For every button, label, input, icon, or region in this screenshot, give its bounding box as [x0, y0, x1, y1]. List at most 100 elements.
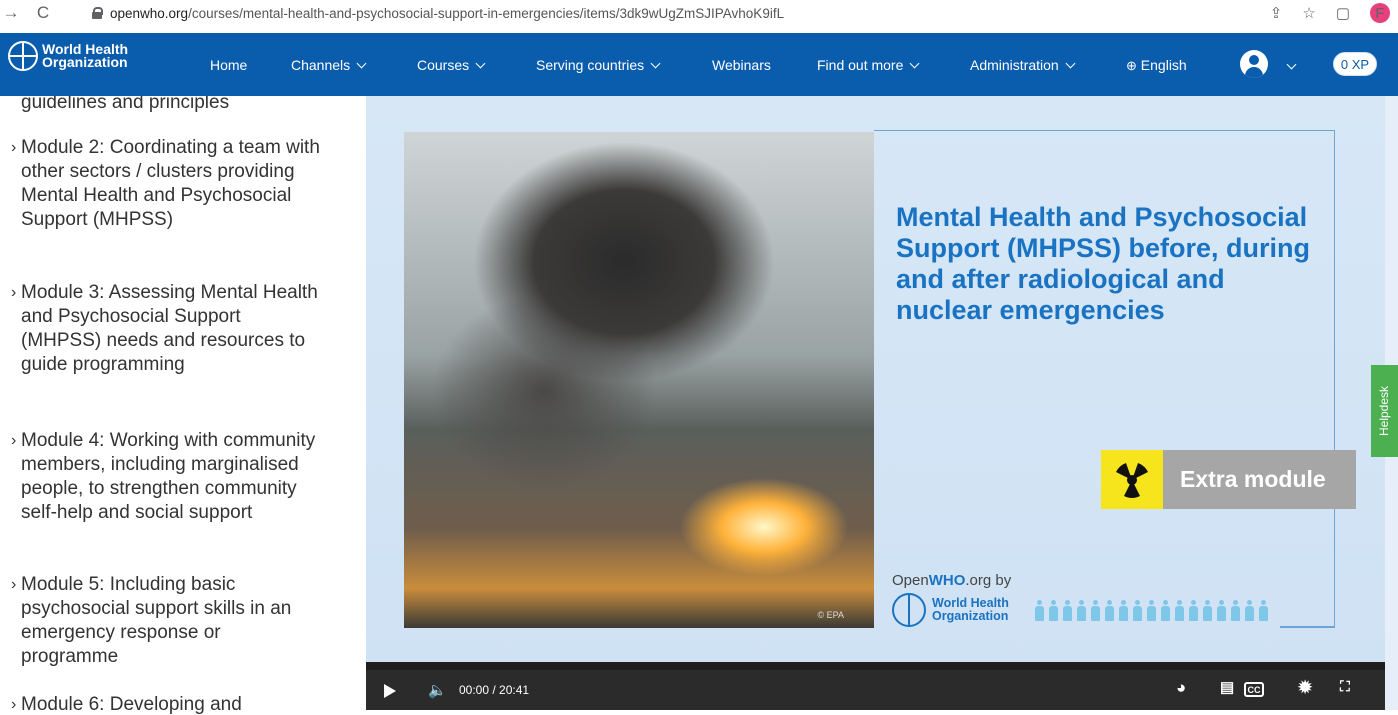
who-slide-logo: World Health Organization	[892, 593, 1027, 627]
nav-home[interactable]: Home	[210, 57, 247, 73]
chevron-down-icon	[650, 58, 661, 69]
person-icon	[1090, 600, 1101, 622]
sidebar-item-module-5[interactable]: › Module 5: Including basic psychosocial…	[11, 573, 321, 669]
share-icon[interactable]: ⇪	[1270, 4, 1283, 22]
person-icon	[1258, 600, 1269, 622]
language-selector[interactable]: ⊕ English	[1126, 57, 1187, 74]
photo-credit: © EPA	[817, 610, 844, 620]
nav-administration-label: Administration	[970, 57, 1059, 73]
person-icon	[1230, 600, 1241, 622]
xp-badge[interactable]: 0 XP	[1333, 52, 1377, 76]
video-player[interactable]: © EPA Mental Health and Psychosocial Sup…	[366, 96, 1398, 710]
person-icon	[1188, 600, 1199, 622]
nav-courses-label: Courses	[417, 57, 470, 73]
nav-home-label: Home	[210, 57, 248, 73]
slide-divider	[1280, 626, 1335, 628]
chevron-down-icon	[475, 58, 486, 69]
site-navigation: World Health Organization Home Channels …	[0, 33, 1398, 96]
video-controls: 🔈 00:00 / 20:41 ◕ ▤ CC ✹ ⛶	[366, 662, 1385, 710]
who-emblem-icon	[8, 41, 38, 71]
module-label: Module 6: Developing and	[21, 694, 242, 715]
helpdesk-tab[interactable]: Helpdesk	[1371, 365, 1398, 457]
address-bar[interactable]: openwho.org/courses/mental-health-and-ps…	[92, 2, 784, 24]
module-label: Module 4: Working with community members…	[21, 430, 316, 523]
nav-serving-countries[interactable]: Serving countries	[536, 57, 661, 73]
course-sidebar: guidelines and principles › Module 2: Co…	[0, 96, 360, 715]
person-icon	[1076, 600, 1087, 622]
person-icon	[1160, 600, 1171, 622]
globe-icon: ⊕	[1126, 58, 1137, 73]
person-icon	[1244, 600, 1255, 622]
openwho-brand: WHO	[928, 572, 966, 589]
user-menu-chevron-icon[interactable]	[1286, 59, 1297, 70]
nav-channels-label: Channels	[291, 57, 351, 73]
nav-find-out-more[interactable]: Find out more	[817, 57, 920, 73]
person-icon	[1216, 600, 1227, 622]
sidepanel-icon[interactable]: ▢	[1336, 4, 1350, 22]
fullscreen-icon[interactable]: ⛶	[1340, 678, 1350, 695]
chevron-right-icon: ›	[11, 432, 17, 449]
play-icon[interactable]	[384, 684, 396, 698]
chevron-right-icon: ›	[11, 284, 17, 301]
chevron-right-icon: ›	[11, 139, 17, 156]
sidebar-item-module-4[interactable]: › Module 4: Working with community membe…	[11, 429, 321, 525]
person-icon	[1202, 600, 1213, 622]
sidebar-item-module-6[interactable]: › Module 6: Developing and	[11, 693, 321, 715]
module-label: Module 3: Assessing Mental Health and Ps…	[21, 282, 318, 375]
person-icon	[1132, 600, 1143, 622]
chevron-down-icon	[1065, 58, 1076, 69]
person-icon	[1048, 600, 1059, 622]
radiation-icon	[1101, 450, 1163, 509]
person-icon	[1062, 600, 1073, 622]
progress-bar[interactable]	[366, 662, 1385, 670]
openwho-suffix: .org by	[965, 572, 1012, 589]
url-host: openwho.org	[110, 5, 189, 21]
person-icon	[1146, 600, 1157, 622]
bookmark-star-icon[interactable]: ☆	[1302, 4, 1315, 22]
nav-webinars-label: Webinars	[712, 57, 771, 73]
person-icon	[1034, 600, 1045, 622]
extra-module-badge: Extra module	[1101, 450, 1356, 509]
chevron-right-icon: ›	[11, 576, 17, 593]
nav-channels[interactable]: Channels	[291, 57, 367, 73]
chevron-right-icon: ›	[11, 696, 17, 713]
nav-serving-countries-label: Serving countries	[536, 57, 645, 73]
browser-toolbar: → C openwho.org/courses/mental-health-an…	[0, 0, 1398, 27]
people-row	[1034, 600, 1269, 622]
nav-courses[interactable]: Courses	[417, 57, 486, 73]
module-label: Module 5: Including basic psychosocial s…	[21, 574, 292, 667]
sidebar-item-module-3[interactable]: › Module 3: Assessing Mental Health and …	[11, 281, 321, 377]
nav-find-out-more-label: Find out more	[817, 57, 904, 73]
who-logo[interactable]: World Health Organization	[8, 41, 132, 71]
chevron-down-icon	[909, 58, 920, 69]
reload-icon[interactable]: C	[32, 3, 54, 23]
logo-text: World Health Organization	[42, 41, 129, 70]
transcript-icon[interactable]: ▤	[1220, 678, 1234, 696]
nav-webinars[interactable]: Webinars	[712, 57, 771, 73]
chevron-down-icon	[356, 58, 367, 69]
extra-module-label: Extra module	[1180, 466, 1326, 492]
helpdesk-label: Helpdesk	[1377, 385, 1392, 437]
time-display: 00:00 / 20:41	[459, 683, 530, 697]
slide-title: Mental Health and Psychosocial Support (…	[896, 202, 1310, 325]
video-slide: © EPA Mental Health and Psychosocial Sup…	[366, 96, 1385, 662]
person-icon	[1174, 600, 1185, 622]
who-emblem-icon	[892, 593, 926, 627]
profile-avatar[interactable]: F	[1370, 3, 1390, 23]
openwho-prefix: Open	[892, 572, 929, 589]
captions-icon[interactable]: CC	[1244, 682, 1264, 697]
nav-administration[interactable]: Administration	[970, 57, 1076, 73]
sidebar-item-module-2[interactable]: › Module 2: Coordinating a team with oth…	[11, 136, 321, 232]
playback-speed-icon[interactable]: ◕	[1176, 678, 1186, 698]
url-path: /courses/mental-health-and-psychosocial-…	[188, 5, 785, 21]
who-slide-logo-text: World Health Organization	[932, 596, 1009, 623]
sidebar-partial-item[interactable]: guidelines and principles	[21, 96, 229, 113]
settings-gear-icon[interactable]: ✹	[1298, 678, 1312, 698]
forward-icon[interactable]: →	[0, 3, 22, 23]
user-avatar-icon[interactable]	[1240, 50, 1268, 78]
person-icon	[1104, 600, 1115, 622]
person-icon	[1118, 600, 1129, 622]
language-label: English	[1140, 57, 1187, 73]
module-label: Module 2: Coordinating a team with other…	[21, 137, 320, 230]
volume-icon[interactable]: 🔈	[428, 681, 447, 699]
